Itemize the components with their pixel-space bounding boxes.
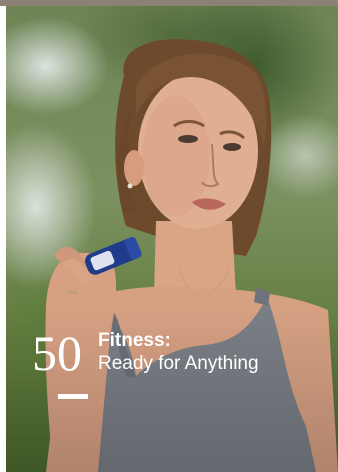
article-title: Fitness: Ready for Anything <box>98 330 259 376</box>
article-title-block[interactable]: 50 Fitness: Ready for Anything <box>32 325 259 381</box>
article-title-subtitle: Ready for Anything <box>98 353 259 374</box>
photo-illustration <box>6 39 338 472</box>
article-title-category: Fitness: <box>98 330 171 351</box>
issue-number: 50 <box>32 325 82 381</box>
article-photo <box>6 6 338 472</box>
article-card[interactable]: 50 Fitness: Ready for Anything <box>6 6 338 472</box>
title-underline <box>58 394 88 399</box>
